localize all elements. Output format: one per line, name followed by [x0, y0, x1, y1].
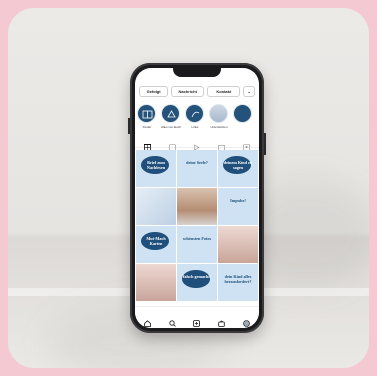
phone-screen: Gefolgt Nachricht Kontakt ⌄ Kinder Alles…: [135, 68, 259, 328]
highlight-icon: [233, 104, 252, 123]
highlight-label: Unterstützen: [210, 125, 228, 129]
post-tile[interactable]: Impulse!: [218, 188, 258, 225]
post-tile[interactable]: [136, 188, 176, 225]
tagged-tab-icon[interactable]: [243, 138, 250, 151]
highlight-label: Links: [191, 125, 199, 129]
post-caption: falsch gemacht!: [182, 274, 212, 279]
highlight-item[interactable]: [233, 104, 253, 129]
notch: [173, 68, 221, 77]
background-card: Gefolgt Nachricht Kontakt ⌄ Kinder Alles…: [8, 8, 369, 368]
post-caption: deine Seele?: [186, 160, 208, 165]
shop-icon[interactable]: [218, 314, 225, 327]
post-tile[interactable]: deine Seele?: [177, 150, 217, 187]
create-post-icon[interactable]: [193, 314, 201, 327]
post-caption: Brief zum Nachlesen: [146, 160, 166, 170]
reels-tab-icon[interactable]: [193, 138, 201, 151]
post-tile[interactable]: dein Kind alles herausfordert?: [218, 264, 258, 301]
post-tile[interactable]: Mut-Mach Karten: [136, 226, 176, 263]
contact-button[interactable]: Kontakt: [207, 86, 241, 97]
post-caption: Mut-Mach Karten: [146, 236, 166, 246]
power-button: [264, 133, 266, 155]
highlight-icon: [161, 104, 180, 123]
highlight-photo: [209, 104, 228, 123]
highlight-item[interactable]: Alles von Euch: [161, 104, 181, 129]
profile-action-row: Gefolgt Nachricht Kontakt ⌄: [139, 86, 255, 97]
bottom-navigation: [135, 306, 259, 328]
following-button[interactable]: Gefolgt: [139, 86, 169, 97]
volume-button: [128, 118, 130, 134]
highlight-icon: [185, 104, 204, 123]
shop-tab-icon[interactable]: [218, 138, 226, 151]
highlight-item[interactable]: Links: [185, 104, 205, 129]
more-button[interactable]: ⌄: [243, 86, 255, 97]
post-tile[interactable]: Brief zum Nachlesen: [136, 150, 176, 187]
post-caption: dein Kind alles herausfordert?: [224, 274, 252, 284]
highlight-label: Alles von Euch: [161, 125, 181, 129]
home-icon[interactable]: [143, 314, 151, 327]
post-tile[interactable]: [177, 188, 217, 225]
guide-tab-icon[interactable]: [168, 138, 176, 151]
profile-avatar-icon[interactable]: [243, 314, 250, 327]
post-tile[interactable]: deinem Kind zu sagen: [218, 150, 258, 187]
highlight-item[interactable]: Kinder: [137, 104, 157, 129]
post-caption: Impulse!: [230, 198, 246, 203]
profile-tabs: [135, 136, 259, 151]
post-tile[interactable]: falsch gemacht!: [177, 264, 217, 301]
phone-device: Gefolgt Nachricht Kontakt ⌄ Kinder Alles…: [128, 63, 266, 333]
post-caption: schönsten Fotos: [182, 236, 212, 241]
story-highlights: Kinder Alles von Euch Links Unterstützen: [137, 104, 259, 129]
post-tile[interactable]: schönsten Fotos: [177, 226, 217, 263]
search-icon[interactable]: [169, 314, 176, 327]
post-tile[interactable]: [136, 264, 176, 301]
highlight-icon: [137, 104, 156, 123]
grid-tab-icon[interactable]: [143, 138, 151, 151]
message-button[interactable]: Nachricht: [171, 86, 205, 97]
post-tile[interactable]: [218, 226, 258, 263]
post-caption: deinem Kind zu sagen: [223, 160, 253, 170]
highlight-label: Kinder: [142, 125, 152, 129]
speech-bubble: [182, 270, 210, 288]
post-grid: Brief zum Nachlesen deine Seele? deinem Ki…: [136, 150, 258, 301]
highlight-item[interactable]: Unterstützen: [209, 104, 229, 129]
